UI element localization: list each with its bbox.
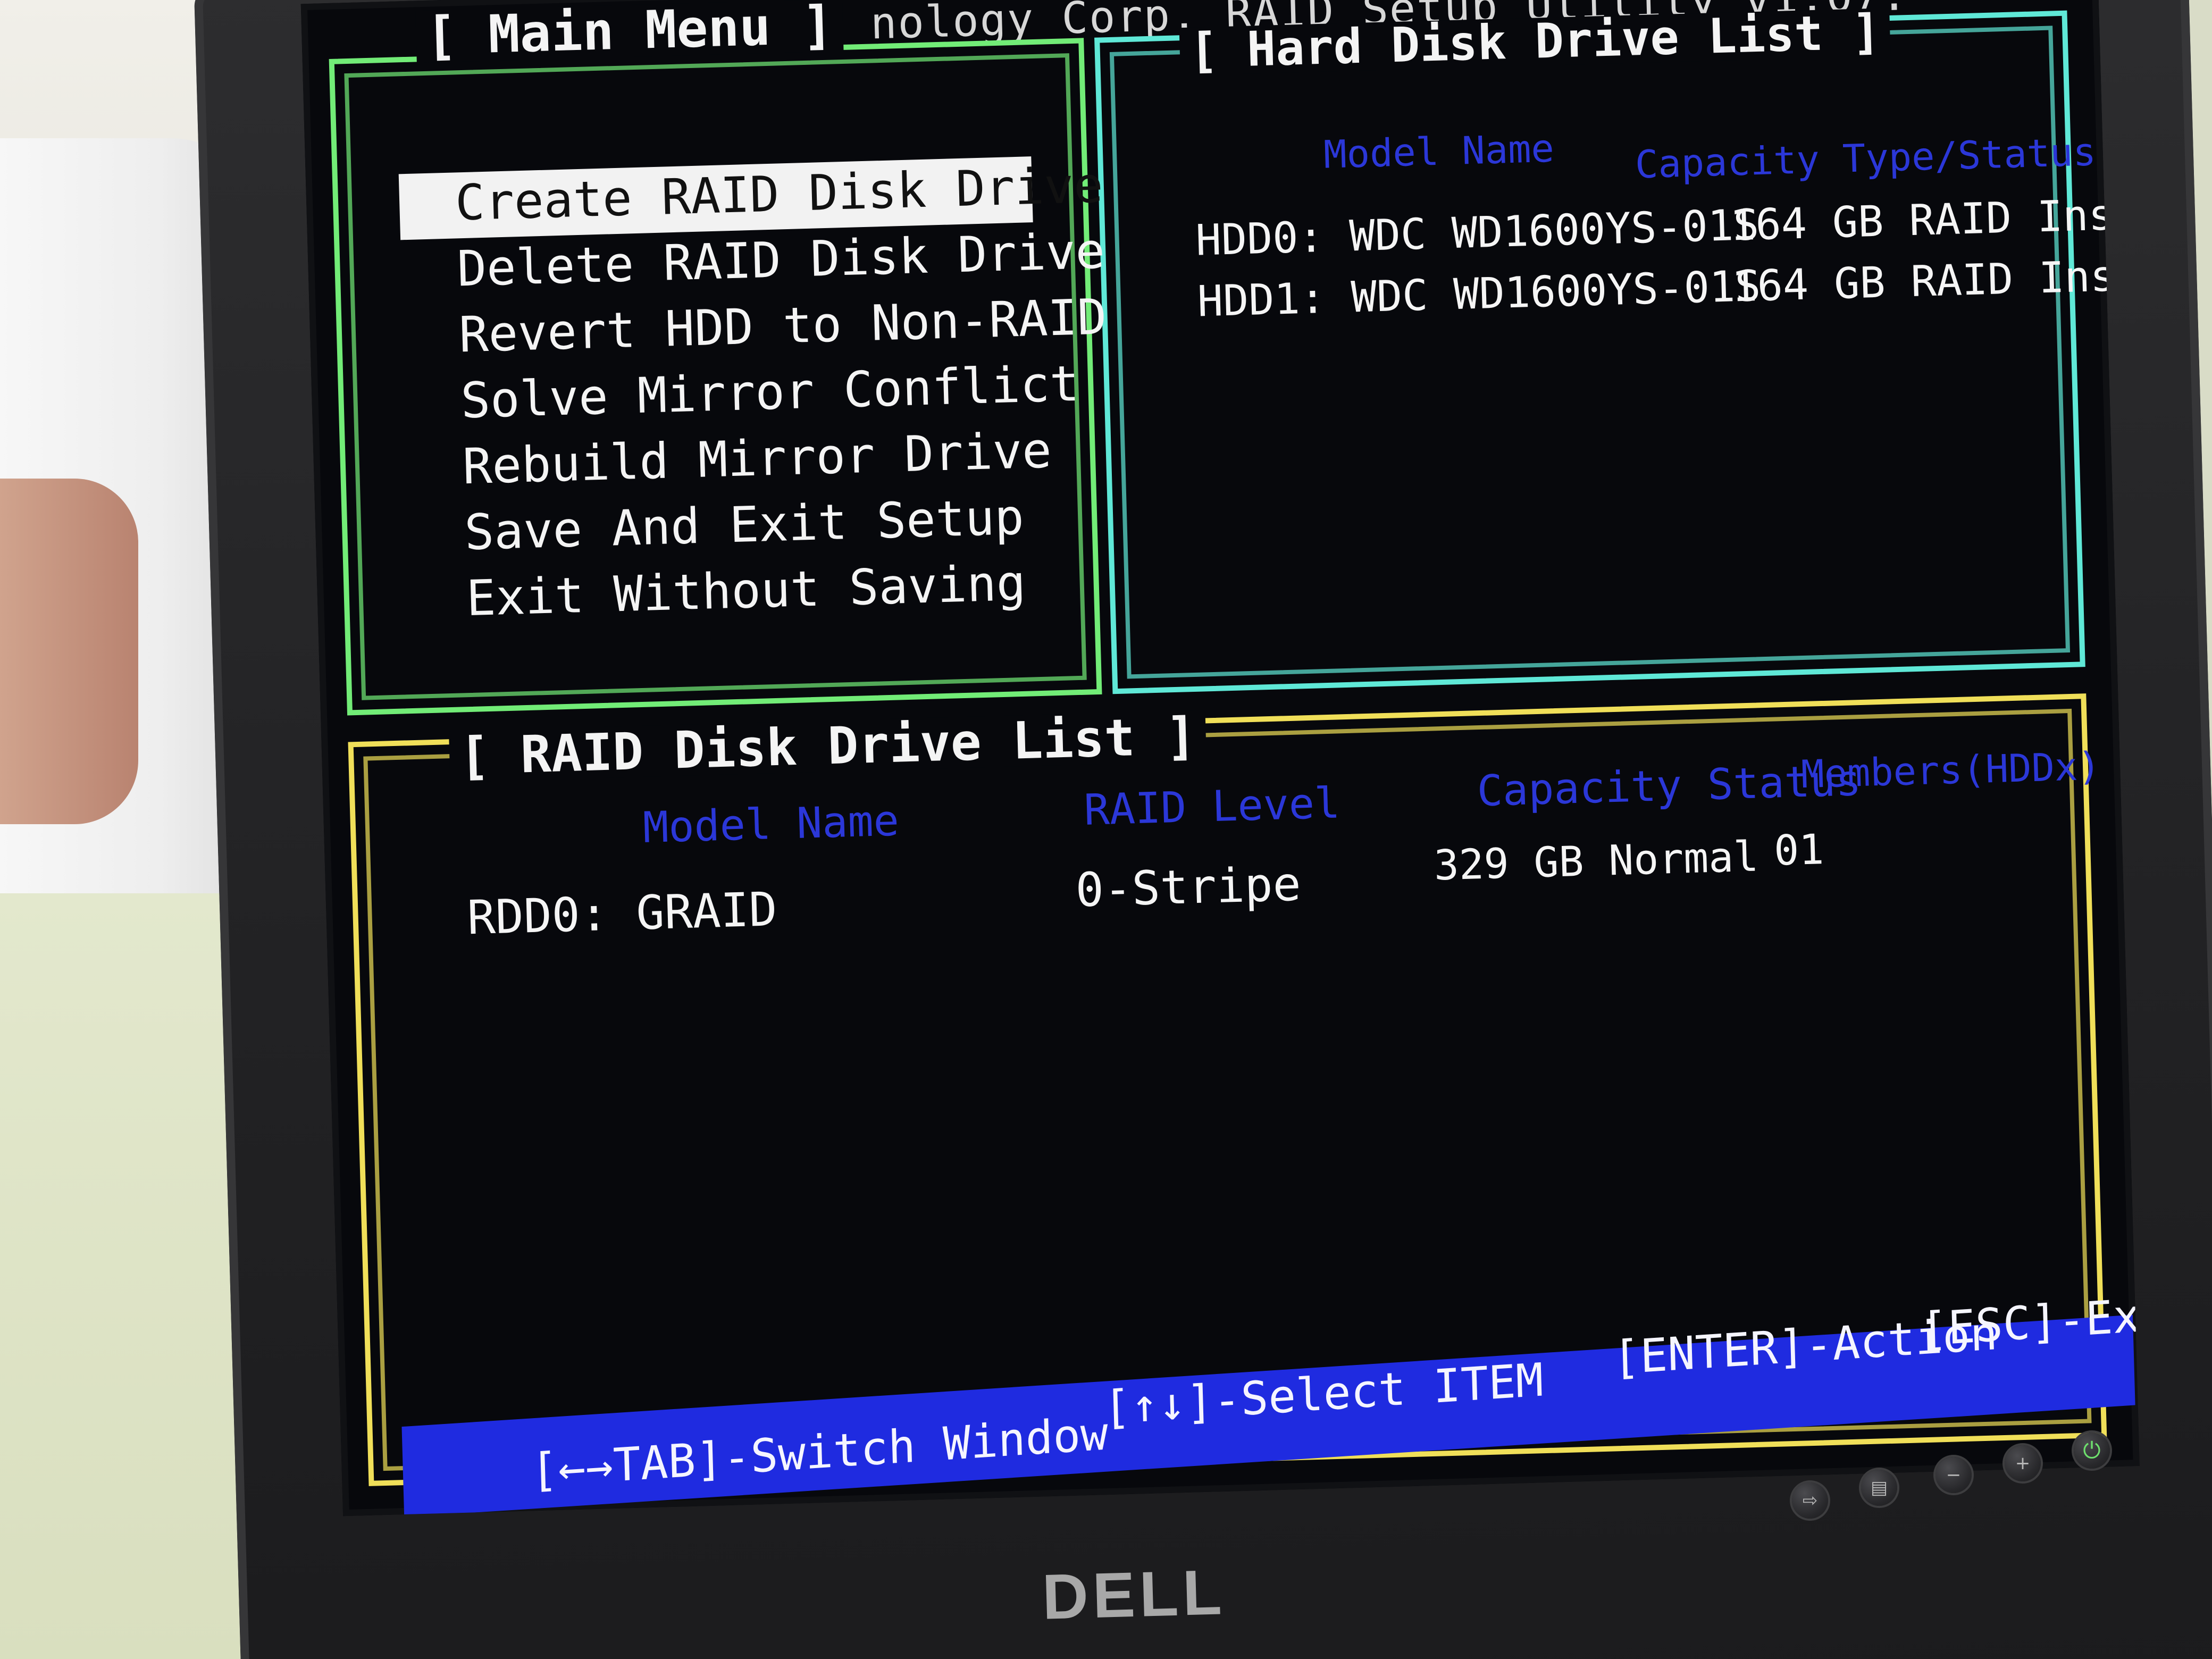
raid-model-name-header: Model Name <box>642 795 900 853</box>
hdd-model-name-header: Model Name <box>1323 125 1555 177</box>
hdd-capacity-type-status: 164 GB RAID Inside <box>1731 249 2140 312</box>
switch-window-hint: [←→TAB]-Switch Window <box>530 1407 1109 1498</box>
minus-icon: − <box>1946 1464 1962 1486</box>
menu-icon: ▤ <box>1870 1477 1888 1498</box>
input-button[interactable]: ⇨ <box>1792 1482 1828 1519</box>
raid-level: 0-Stripe <box>1075 856 1302 918</box>
raid-members-header: Members(HDDx) <box>1800 743 2101 797</box>
hdd-name: HDD1: WDC WD1600YS-01S <box>1196 261 1762 326</box>
dell-logo: DELL <box>1041 1556 1227 1633</box>
plus-icon: + <box>2015 1453 2031 1474</box>
raid-name: RDD0: GRAID <box>466 882 778 945</box>
minus-button[interactable]: − <box>1936 1457 1972 1493</box>
hdd-row: HDD1: WDC WD1600YS-01S 164 GB RAID Insid… <box>1196 249 2140 326</box>
main-menu-panel: [ Main Menu ] Create RAID Disk Drive Del… <box>329 0 1108 716</box>
hdd-capacity-type-status: 164 GB RAID Inside <box>1729 188 2140 250</box>
hdd-name: HDD0: WDC WD1600YS-01S <box>1195 200 1760 265</box>
hdd-row: HDD0: WDC WD1600YS-01S 164 GB RAID Insid… <box>1195 188 2139 265</box>
raid-level-header: RAID Level <box>1083 778 1341 835</box>
main-menu-list: Create RAID Disk Drive Delete RAID Disk … <box>398 155 1108 635</box>
plus-button[interactable]: + <box>2005 1445 2041 1481</box>
raid-row: RDD0: GRAID 0-Stripe 329 GB Normal 01 <box>466 826 2009 945</box>
person-arm <box>0 479 138 824</box>
raid-members: 01 <box>1773 826 1825 875</box>
monitor: nology Corp. RAID Setup Utility v1.07.06… <box>194 0 2212 1659</box>
power-button[interactable]: ⏻ <box>2074 1432 2110 1469</box>
menu-button[interactable]: ▤ <box>1861 1470 1897 1506</box>
main-menu-title: [ Main Menu ] <box>415 0 844 67</box>
input-icon: ⇨ <box>1802 1490 1818 1511</box>
raid-capacity-status: 329 GB Normal <box>1433 833 1759 890</box>
hdd-list-panel: [ Hard Disk Drive List ] Model Name Capa… <box>1094 4 2140 694</box>
raid-list-title: [ RAID Disk Drive List ] <box>448 706 1207 786</box>
bios-screen: nology Corp. RAID Setup Utility v1.07.06… <box>300 0 2140 1516</box>
power-icon: ⏻ <box>2083 1437 2101 1463</box>
hdd-capacity-type-status-header: Capacity Type/Status <box>1634 129 2097 187</box>
